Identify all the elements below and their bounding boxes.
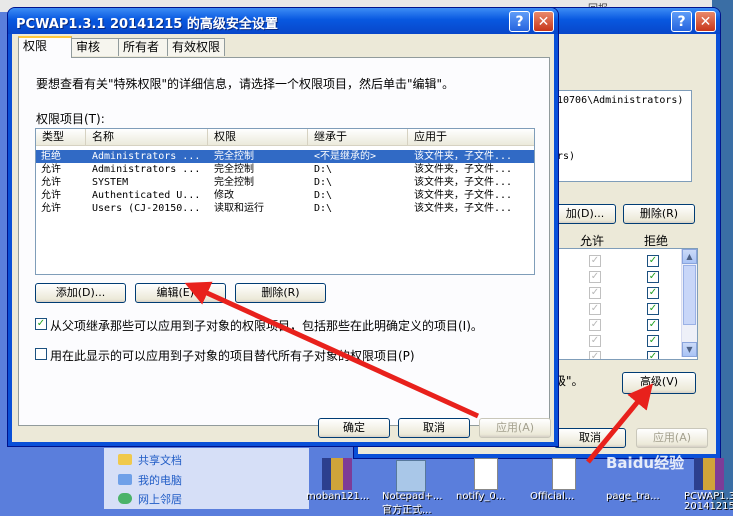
arrow-to-edit-button <box>184 281 480 419</box>
watermark: Baidu经验 <box>606 454 685 472</box>
annotation-arrows <box>184 281 653 464</box>
tab-permissions[interactable]: 权限 <box>18 36 72 58</box>
